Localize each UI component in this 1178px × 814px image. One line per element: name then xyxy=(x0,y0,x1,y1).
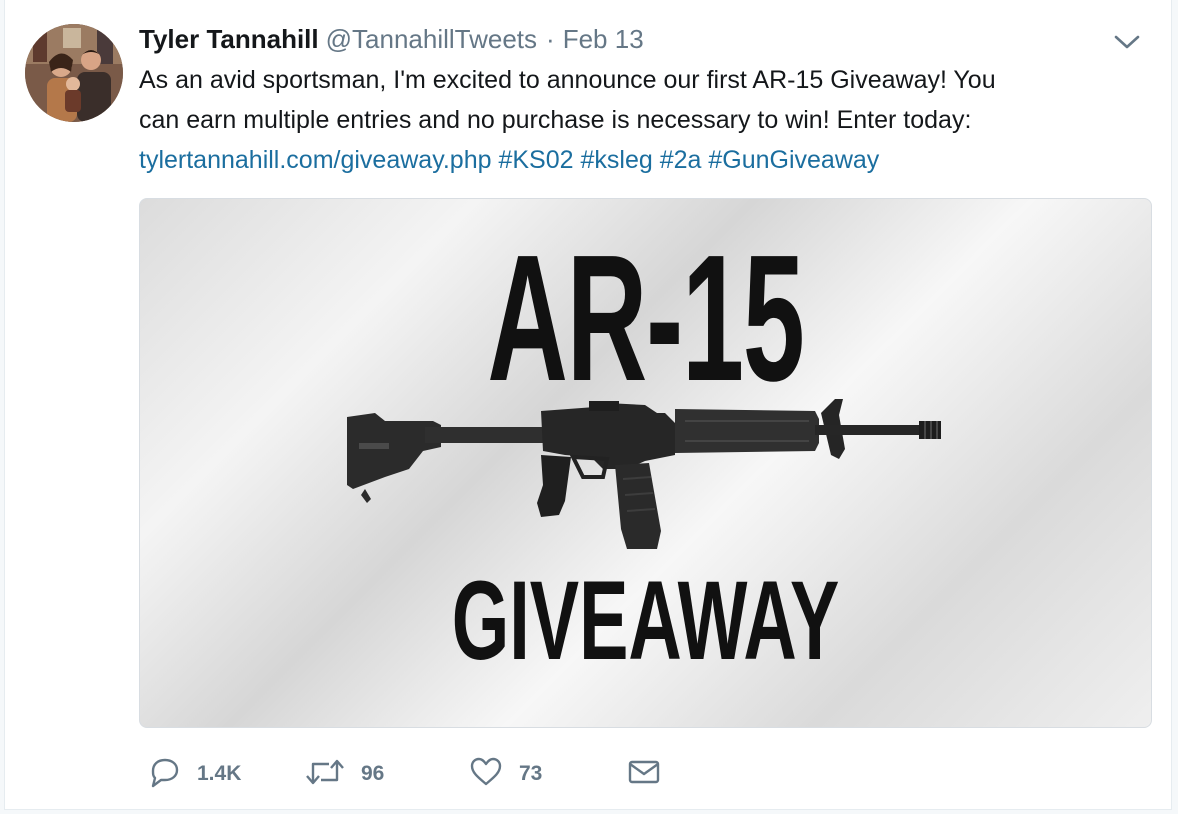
hashtag-2a[interactable]: #2a xyxy=(660,146,702,174)
tweet-text-line-1: As an avid sportsman, I'm excited to ann… xyxy=(139,66,996,94)
tweet-text-line-2: can earn multiple entries and no purchas… xyxy=(139,106,972,134)
tweet-timestamp[interactable]: Feb 13 xyxy=(563,24,644,55)
chevron-down-icon[interactable] xyxy=(1113,32,1141,52)
reply-icon xyxy=(147,756,181,793)
envelope-icon xyxy=(627,756,661,793)
user-handle[interactable]: @TannahillTweets xyxy=(326,24,537,55)
hashtag-gungiveaway[interactable]: #GunGiveaway xyxy=(708,146,879,174)
tweet-text: As an avid sportsman, I'm excited to ann… xyxy=(139,60,1139,180)
header-separator: · xyxy=(546,24,555,54)
heart-icon xyxy=(469,756,503,793)
direct-message-button[interactable] xyxy=(627,752,661,796)
like-button[interactable]: 73 xyxy=(469,752,542,796)
avatar-photo xyxy=(25,24,123,122)
media-subtitle-text: GIVEAWAY xyxy=(451,558,840,683)
user-full-name[interactable]: Tyler Tannahill xyxy=(139,24,319,55)
media-title-text: AR-15 xyxy=(487,218,805,419)
retweet-button[interactable]: 96 xyxy=(305,752,384,796)
tweet-header: Tyler Tannahill @TannahillTweets · Feb 1… xyxy=(139,24,644,58)
rifle-illustration xyxy=(347,399,941,549)
tweet-media-image[interactable]: AR-15 GIVEAWAY xyxy=(139,198,1152,728)
hashtag-ksleg[interactable]: #ksleg xyxy=(580,146,652,174)
giveaway-link[interactable]: tylertannahill.com/giveaway.php xyxy=(139,146,492,174)
retweet-count: 96 xyxy=(361,762,385,785)
hashtag-ks02[interactable]: #KS02 xyxy=(498,146,573,174)
retweet-icon xyxy=(305,756,345,793)
reply-button[interactable]: 1.4K xyxy=(147,752,241,796)
tweet-card: Tyler Tannahill @TannahillTweets · Feb 1… xyxy=(4,0,1172,810)
reply-count: 1.4K xyxy=(197,762,242,785)
like-count: 73 xyxy=(519,762,543,785)
avatar[interactable] xyxy=(25,24,123,122)
tweet-text-line-3: tylertannahill.com/giveaway.php #KS02 #k… xyxy=(139,140,1139,180)
